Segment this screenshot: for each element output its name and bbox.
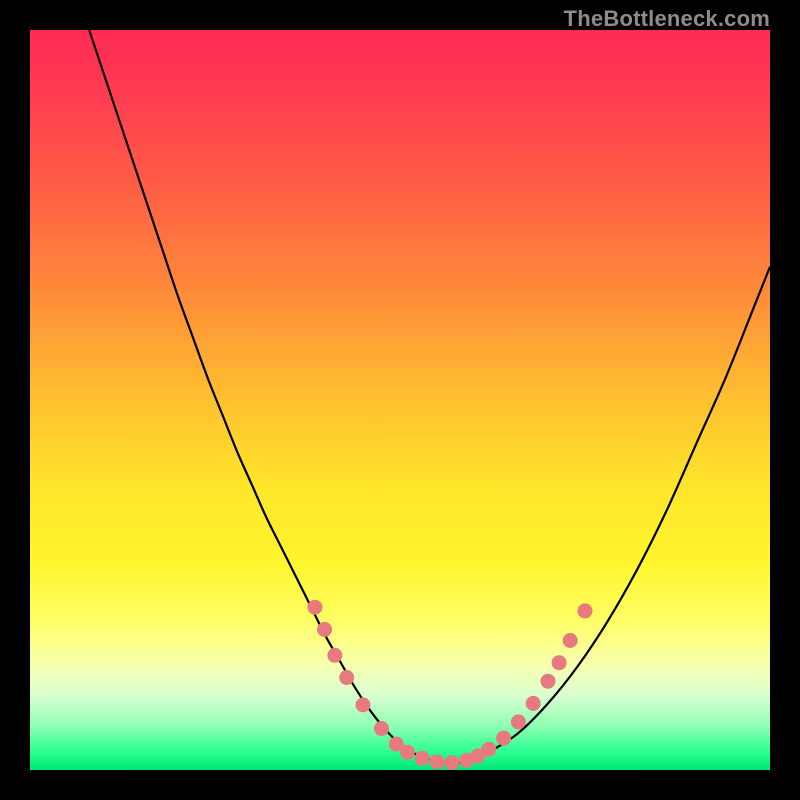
highlight-marker — [327, 648, 342, 663]
chart-frame: TheBottleneck.com — [0, 0, 800, 800]
highlight-marker — [307, 600, 322, 615]
highlight-marker — [481, 742, 496, 757]
highlight-marker — [526, 696, 541, 711]
highlight-marker — [496, 731, 511, 746]
highlight-marker — [430, 754, 445, 769]
highlight-marker — [415, 751, 430, 766]
highlight-marker — [374, 721, 389, 736]
plot-area — [30, 30, 770, 770]
highlight-marker — [552, 655, 567, 670]
highlight-marker — [400, 745, 415, 760]
curve-layer — [30, 30, 770, 770]
watermark-text: TheBottleneck.com — [564, 6, 770, 32]
bottleneck-curve — [89, 30, 770, 763]
highlight-marker — [317, 622, 332, 637]
highlight-marker — [339, 670, 354, 685]
marker-group — [307, 600, 592, 770]
highlight-marker — [563, 633, 578, 648]
highlight-marker — [511, 714, 526, 729]
highlight-marker — [578, 603, 593, 618]
highlight-marker — [356, 697, 371, 712]
highlight-marker — [444, 755, 459, 770]
highlight-marker — [541, 674, 556, 689]
